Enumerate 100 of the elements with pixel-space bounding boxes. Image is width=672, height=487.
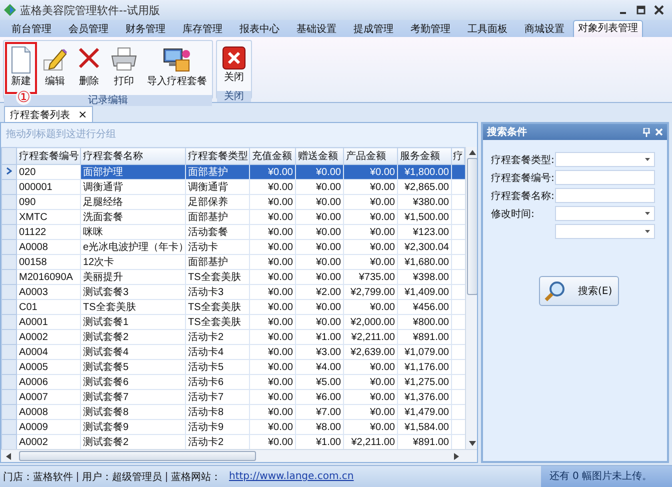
table-cell: 01122 bbox=[16, 224, 80, 240]
table-cell: 足腿经络 bbox=[80, 194, 186, 210]
table-row[interactable]: A0007 测试套餐7 活动卡7 ¥0.00 ¥6.00 ¥0.00 ¥1,376.00 bbox=[2, 390, 464, 404]
table-cell: 测试套餐7 bbox=[80, 390, 186, 404]
table-cell: A0008 bbox=[16, 240, 80, 254]
table-cell: ¥735.00 bbox=[344, 270, 398, 284]
table-cell: ¥0.00 bbox=[344, 300, 398, 314]
table-cell: ¥0.00 bbox=[344, 374, 398, 390]
menu-tab[interactable]: 对象列表管理 bbox=[573, 20, 643, 37]
column-header[interactable]: 疗 bbox=[452, 148, 464, 164]
close-icon[interactable] bbox=[654, 5, 664, 15]
table-row[interactable]: A0009 测试套餐9 活动卡9 ¥0.00 ¥8.00 ¥0.00 ¥1,584.00 bbox=[2, 420, 464, 434]
table-row[interactable]: 01122 咪咪 活动套餐 ¥0.00 ¥0.00 ¥0.00 ¥123.00 bbox=[2, 224, 464, 240]
column-header[interactable]: 疗程套餐名称 bbox=[80, 148, 186, 164]
column-header[interactable]: 产品金额 bbox=[344, 148, 398, 164]
table-cell: e光冰电波护理（年卡） bbox=[80, 240, 186, 254]
menu-tab[interactable]: 考勤管理 bbox=[402, 22, 459, 37]
table-cell: 面部基护 bbox=[186, 164, 250, 180]
table-cell: ¥2,300.04 bbox=[398, 240, 452, 254]
ribbon-button[interactable]: 打印 bbox=[106, 42, 142, 94]
table-cell: ¥0.00 bbox=[296, 300, 344, 314]
table-cell: 12次卡 bbox=[80, 254, 186, 270]
column-header[interactable]: 服务金额 bbox=[398, 148, 452, 164]
table-cell: 测试套餐1 bbox=[80, 314, 186, 330]
dropdown-field[interactable] bbox=[555, 152, 655, 167]
ribbon-button[interactable]: 编辑 bbox=[38, 42, 72, 94]
table-row[interactable]: A0005 测试套餐5 活动卡5 ¥0.00 ¥4.00 ¥0.00 ¥1,176.00 bbox=[2, 360, 464, 374]
table-row[interactable]: M2016090A 美丽提升 TS全套美肤 ¥0.00 ¥0.00 ¥735.00 ¥398.00 bbox=[2, 270, 464, 284]
vertical-scrollbar[interactable] bbox=[465, 147, 477, 449]
menu-tab[interactable]: 前台管理 bbox=[3, 22, 60, 37]
table-cell: ¥0.00 bbox=[344, 164, 398, 180]
table-cell: ¥0.00 bbox=[250, 270, 296, 284]
table-row[interactable]: 020 面部护理 面部基护 ¥0.00 ¥0.00 ¥0.00 ¥1,800.00 bbox=[2, 164, 464, 180]
menu-tab[interactable]: 库存管理 bbox=[174, 22, 231, 37]
table-row[interactable]: 000001 调衡通背 调衡通背 ¥0.00 ¥0.00 ¥0.00 ¥2,865.00 bbox=[2, 180, 464, 194]
table-cell: 活动卡7 bbox=[186, 390, 250, 404]
table-row[interactable]: A0008 e光冰电波护理（年卡）活动卡 ¥0.00 ¥0.00 ¥0.00 ¥2,300.04 bbox=[2, 240, 464, 254]
table-row[interactable]: A0004 测试套餐4 活动卡4 ¥0.00 ¥3.00 ¥2,639.00 ¥1,079.00 bbox=[2, 344, 464, 360]
table-row[interactable]: XMTC 洗面套餐 面部基护 ¥0.00 ¥0.00 ¥0.00 ¥1,500.00 bbox=[2, 210, 464, 224]
menu-tab[interactable]: 基础设置 bbox=[288, 22, 345, 37]
scroll-up-icon[interactable] bbox=[469, 150, 476, 155]
search-button[interactable]: 搜索(E) bbox=[539, 276, 619, 306]
pin-icon[interactable] bbox=[643, 128, 650, 136]
table-row[interactable]: A0003 测试套餐3 活动卡3 ¥0.00 ¥2.00 ¥2,799.00 ¥1,409.00 bbox=[2, 284, 464, 300]
table-cell: ¥0.00 bbox=[250, 284, 296, 300]
table-cell: ¥0.00 bbox=[250, 180, 296, 194]
table-cell: ¥1.00 bbox=[296, 330, 344, 344]
input-field[interactable] bbox=[555, 170, 655, 185]
table-cell: ¥0.00 bbox=[250, 300, 296, 314]
document-tab[interactable]: 疗程套餐列表 × bbox=[4, 106, 94, 122]
table-row[interactable]: 00158 12次卡 面部基护 ¥0.00 ¥0.00 ¥0.00 ¥1,680.00 bbox=[2, 254, 464, 270]
table-cell: ¥0.00 bbox=[250, 374, 296, 390]
menu-tab[interactable]: 报表中心 bbox=[231, 22, 288, 37]
field-label: 疗程套餐名称: bbox=[491, 190, 554, 202]
user-status: 用户：超级管理员 bbox=[82, 470, 162, 484]
table-row[interactable]: A0006 测试套餐6 活动卡6 ¥0.00 ¥5.00 ¥0.00 ¥1,275.00 bbox=[2, 374, 464, 390]
table-cell: ¥123.00 bbox=[398, 224, 452, 240]
table-cell: ¥0.00 bbox=[344, 224, 398, 240]
column-header[interactable]: 赠送金额 bbox=[296, 148, 344, 164]
column-header[interactable]: 充值金额 bbox=[250, 148, 296, 164]
menu-tab[interactable]: 工具面板 bbox=[459, 22, 516, 37]
tab-close-button[interactable]: × bbox=[78, 108, 88, 121]
horizontal-scrollbar[interactable] bbox=[1, 449, 477, 462]
dropdown-field[interactable] bbox=[555, 224, 655, 239]
table-cell: A0005 bbox=[16, 360, 80, 374]
table-cell: ¥6.00 bbox=[296, 390, 344, 404]
table-row[interactable]: C01 TS全套美肤 TS全套美肤 ¥0.00 ¥0.00 ¥0.00 ¥456.00 bbox=[2, 300, 464, 314]
table-cell: ¥1,275.00 bbox=[398, 374, 452, 390]
store-status: 门店：蓝格软件 bbox=[3, 470, 73, 484]
table-cell: ¥1,176.00 bbox=[398, 360, 452, 374]
table-cell: 活动卡9 bbox=[186, 420, 250, 434]
scroll-down-icon[interactable] bbox=[469, 441, 476, 446]
scroll-left-icon[interactable] bbox=[6, 452, 11, 460]
scroll-right-icon[interactable] bbox=[454, 452, 459, 460]
table-cell: ¥2.00 bbox=[296, 284, 344, 300]
menu-tab[interactable]: 提成管理 bbox=[345, 22, 402, 37]
maximize-icon[interactable] bbox=[636, 5, 646, 15]
ribbon-button[interactable]: 删除 bbox=[73, 42, 105, 94]
column-header[interactable]: 疗程套餐编号 bbox=[16, 148, 80, 164]
table-row[interactable]: A0008 测试套餐8 活动卡8 ¥0.00 ¥7.00 ¥0.00 ¥1,479.00 bbox=[2, 404, 464, 420]
table-cell: ¥0.00 bbox=[296, 240, 344, 254]
menu-tab[interactable]: 会员管理 bbox=[60, 22, 117, 37]
ribbon-button[interactable]: 关闭 bbox=[218, 42, 250, 90]
table-row[interactable]: 090 足腿经络 足部保养 ¥0.00 ¥0.00 ¥0.00 ¥380.00 bbox=[2, 194, 464, 210]
table-cell: 洗面套餐 bbox=[80, 210, 186, 224]
table-cell: ¥1,479.00 bbox=[398, 404, 452, 420]
ribbon-button[interactable]: 导入疗程套餐 bbox=[143, 42, 211, 94]
table-cell: ¥0.00 bbox=[250, 164, 296, 180]
website-link[interactable]: http://www.lange.com.cn bbox=[229, 471, 354, 482]
menu-tab[interactable]: 财务管理 bbox=[117, 22, 174, 37]
column-header[interactable]: 疗程套餐类型 bbox=[186, 148, 250, 164]
table-cell: ¥1,800.00 bbox=[398, 164, 452, 180]
table-cell: ¥0.00 bbox=[250, 240, 296, 254]
table-cell: 测试套餐8 bbox=[80, 404, 186, 420]
table-row[interactable]: A0002 测试套餐2 活动卡2 ¥0.00 ¥1.00 ¥2,211.00 ¥891.00 bbox=[2, 330, 464, 344]
dropdown-field[interactable] bbox=[555, 206, 655, 221]
table-row[interactable]: A0001 测试套餐1 TS全套美肤 ¥0.00 ¥0.00 ¥2,000.00 ¥800.00 bbox=[2, 314, 464, 330]
input-field[interactable] bbox=[555, 188, 655, 203]
group-label: 关闭 bbox=[217, 91, 251, 102]
menu-tab[interactable]: 商城设置 bbox=[516, 22, 573, 37]
